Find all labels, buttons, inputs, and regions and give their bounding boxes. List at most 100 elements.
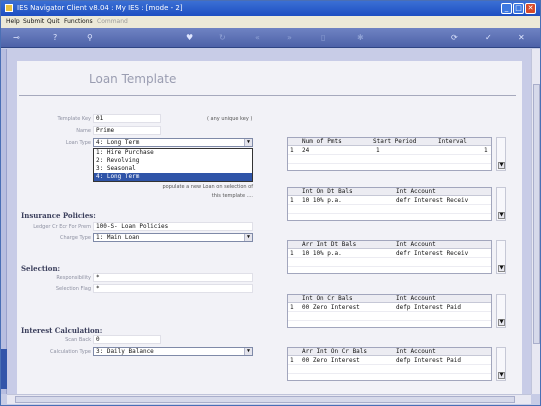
close-window-button[interactable]: ✕ [525,3,536,14]
table-row[interactable] [288,206,491,214]
selection-flag-label: Selection Flag [55,286,91,292]
scan-back-input[interactable]: 0 [93,335,161,344]
charge-type-value: 1: Main Loan [96,234,140,241]
grid-header: Int On Cr Bals Int Account [288,295,491,303]
scroll-thumb[interactable] [15,396,515,403]
help-icon[interactable]: ? [53,33,57,43]
grid-header: Arr Int On Cr Bals Int Account [288,348,491,356]
loan-type-label: Loan Type [65,140,91,146]
horizontal-scrollbar[interactable] [7,394,531,404]
grid-header-cell: Int Account [396,241,436,248]
row-number: 1 [290,147,294,154]
grid-scrollbar[interactable]: ▼ [496,294,506,328]
chevron-down-icon[interactable]: ▼ [498,265,505,272]
loan-type-option[interactable]: 3: Seasonal [94,165,252,173]
grid-scrollbar[interactable]: ▼ [496,240,506,274]
forward-icon[interactable]: » [287,33,292,43]
window-title: IES Navigator Client v8.04 : My IES : [m… [17,4,183,12]
grid-cell[interactable]: defp Interest Paid [396,304,461,312]
grid-header-cell: Int On Dt Bals [302,188,353,195]
heart-icon[interactable]: ♥ [186,33,193,43]
charge-type-select[interactable]: 1: Main Loan ▼ [93,233,253,242]
table-row[interactable]: 1 00 Zero Interest defp Interest Paid [288,304,491,312]
table-row[interactable] [288,313,491,321]
grid-cell[interactable]: 00 Zero Interest [302,304,360,312]
loan-type-dropdown[interactable]: 1: Hire Purchase 2: Revolving 3: Seasona… [93,148,253,182]
grid-cell[interactable]: 1 [376,147,380,155]
responsibility-input[interactable]: * [93,273,253,282]
chevron-down-icon[interactable]: ▼ [244,139,252,146]
grid-scrollbar[interactable]: ▼ [496,187,506,221]
grid-header: Arr Int Dt Bals Int Account [288,241,491,249]
minimize-button[interactable]: _ [501,3,512,14]
doc-icon[interactable]: ▯ [321,33,325,43]
loan-type-option[interactable]: 2: Revolving [94,157,252,165]
chevron-down-icon[interactable]: ▼ [498,162,505,169]
loan-type-value: 4: Long Term [96,139,140,146]
grid-cell[interactable]: 1 [484,147,488,155]
grid-cell[interactable]: 10 10% p.a. [302,197,342,205]
name-input[interactable]: Prime [93,126,161,135]
loan-type-option-selected[interactable]: 4: Long Term [94,173,252,181]
loan-type-option[interactable]: 1: Hire Purchase [94,149,252,157]
grid-cell[interactable]: defr Interest Receiv [396,250,468,258]
calc-type-select[interactable]: 3: Daily Balance ▼ [93,347,253,356]
grid-scrollbar[interactable]: ▼ [496,347,506,381]
refresh-icon[interactable]: ⟳ [451,33,458,43]
grid-cell[interactable]: defr Interest Receiv [396,197,468,205]
chevron-down-icon[interactable]: ▼ [498,212,505,219]
scan-back-label: Scan Back [65,337,91,343]
table-row[interactable] [288,259,491,267]
table-row[interactable]: 1 00 Zero Interest defp Interest Paid [288,357,491,365]
grid-header-cell: Int Account [396,188,436,195]
table-row[interactable]: 1 10 10% p.a. defr Interest Receiv [288,250,491,258]
menu-help[interactable]: Help [6,16,20,28]
row-number: 1 [290,250,294,257]
interest-heading: Interest Calculation: [21,326,103,335]
pin-icon[interactable]: ✱ [357,33,364,43]
table-row[interactable]: 1 24 1 1 [288,147,491,155]
template-key-input[interactable]: 01 [93,114,161,123]
calc-type-value: 3: Daily Balance [96,348,154,355]
table-row[interactable] [288,366,491,374]
chevron-down-icon[interactable]: ▼ [498,319,505,326]
int-on-cr-grid: Int On Cr Bals Int Account 1 00 Zero Int… [287,294,492,328]
check-icon[interactable]: ✓ [485,33,492,43]
template-key-label: Template Key [57,116,91,122]
menu-submit[interactable]: Submit [23,16,44,28]
grid-header-cell: Interval [438,138,467,145]
payments-grid: Num of Pmts Start Period Interval 1 24 1… [287,137,492,171]
table-row[interactable] [288,156,491,164]
vertical-scrollbar[interactable] [531,49,540,394]
key-icon[interactable]: ⊸ [13,33,20,43]
table-row[interactable]: 1 10 10% p.a. defr Interest Receiv [288,197,491,205]
grid-header-cell: Arr Int Dt Bals [302,241,357,248]
back-icon[interactable]: « [255,33,260,43]
chevron-down-icon[interactable]: ▼ [498,372,505,379]
template-key-hint: ( any unique key ) [207,116,253,122]
scroll-thumb[interactable] [533,84,540,344]
calc-type-label: Calculation Type [50,349,91,355]
chevron-down-icon[interactable]: ▼ [244,348,252,355]
close-icon[interactable]: ✕ [518,33,525,43]
form-page: Loan Template Template Key 01 ( any uniq… [17,61,522,394]
cycle-icon[interactable]: ↻ [219,33,226,43]
menu-functions[interactable]: Functions [64,16,93,28]
chevron-down-icon[interactable]: ▼ [244,234,252,241]
search-icon[interactable]: ⚲ [87,33,93,43]
loan-type-select[interactable]: 4: Long Term ▼ [93,138,253,147]
selection-heading: Selection: [21,264,61,273]
row-number: 1 [290,304,294,311]
ledger-label: Ledger Cr Ecr For Prem [33,224,91,230]
ledger-input[interactable]: 100-S- Loan Policies [93,222,253,231]
grid-scrollbar[interactable]: ▼ [496,137,506,171]
grid-header-cell: Start Period [373,138,417,145]
charge-type-label: Charge Type [59,235,91,241]
selection-flag-input[interactable]: * [93,284,253,293]
grid-cell[interactable]: 10 10% p.a. [302,250,342,258]
menu-quit[interactable]: Quit [47,16,60,28]
grid-cell[interactable]: defp Interest Paid [396,357,461,365]
grid-cell[interactable]: 24 [302,147,309,155]
grid-cell[interactable]: 00 Zero Interest [302,357,360,365]
maximize-button[interactable]: □ [513,3,524,14]
